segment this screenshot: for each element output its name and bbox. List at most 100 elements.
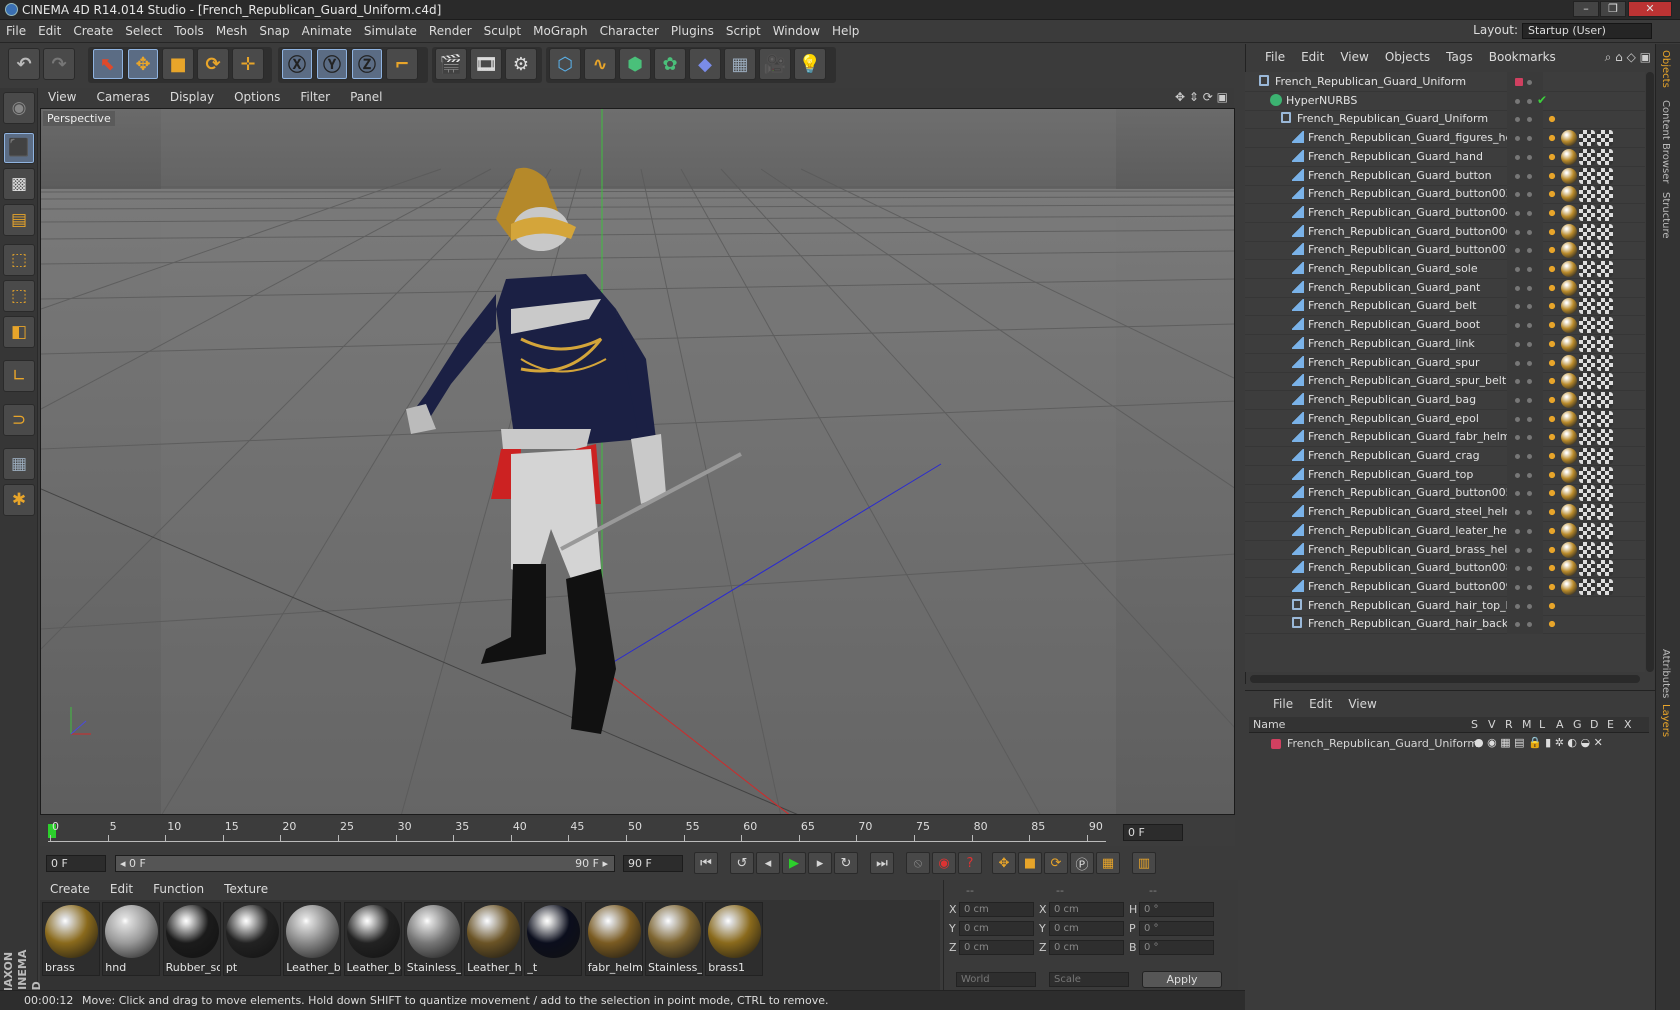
object-row[interactable]: French_Republican_Guard_bag	[1245, 389, 1645, 410]
material-menu-function[interactable]: Function	[143, 880, 214, 898]
viewport-menu-options[interactable]: Options	[224, 88, 290, 106]
magnet-icon[interactable]: ⊃	[3, 404, 35, 436]
points-mode-icon[interactable]: ⬚	[3, 244, 35, 276]
texture-checker-icon[interactable]	[1579, 186, 1595, 203]
material-menu-texture[interactable]: Texture	[214, 880, 278, 898]
texture-checker-icon[interactable]	[1597, 354, 1613, 371]
material-tag-icon[interactable]	[1561, 148, 1577, 165]
viewport-menu-panel[interactable]: Panel	[340, 88, 392, 106]
editor-visibility-dot[interactable]	[1515, 267, 1520, 272]
render-visibility-dot[interactable]	[1527, 154, 1532, 160]
phong-tag-icon[interactable]	[1547, 485, 1557, 502]
object-row[interactable]: French_Republican_Guard_button	[1245, 165, 1645, 186]
menu-plugins[interactable]: Plugins	[665, 21, 720, 41]
texture-checker-icon[interactable]	[1597, 410, 1613, 427]
material-tag-icon[interactable]	[1561, 261, 1577, 277]
material-slot[interactable]: Stainless_S	[403, 902, 462, 976]
key-scale-icon[interactable]: ■	[1018, 852, 1042, 874]
coord-value-field[interactable]: 0 °	[1139, 902, 1214, 917]
texture-checker-icon[interactable]	[1597, 391, 1613, 408]
texture-checker-icon[interactable]	[1597, 186, 1613, 203]
render-visibility-dot[interactable]	[1527, 210, 1532, 216]
phong-tag-icon[interactable]	[1547, 335, 1557, 352]
tab-objects[interactable]: Objects	[1660, 50, 1671, 88]
object-row[interactable]: French_Republican_Guard_pant	[1245, 277, 1645, 298]
render-view-icon[interactable]: 🎬	[435, 48, 467, 80]
texture-checker-icon[interactable]	[1579, 354, 1595, 371]
camera-icon[interactable]: 🎥	[759, 48, 791, 80]
material-tag-icon[interactable]	[1561, 335, 1577, 352]
texture-checker-icon[interactable]	[1597, 578, 1613, 595]
light-icon[interactable]: 💡	[794, 48, 826, 80]
phong-tag-icon[interactable]	[1547, 597, 1557, 614]
play-icon[interactable]: ▶	[782, 852, 806, 874]
texture-checker-icon[interactable]	[1579, 373, 1595, 390]
material-tag-icon[interactable]	[1561, 317, 1577, 334]
floor-icon[interactable]: ▦	[724, 48, 756, 80]
phong-tag-icon[interactable]	[1547, 261, 1557, 277]
coord-value-field[interactable]: 0 cm	[959, 940, 1034, 955]
texture-checker-icon[interactable]	[1579, 466, 1595, 483]
texture-checker-icon[interactable]	[1597, 261, 1613, 277]
menu-help[interactable]: Help	[826, 21, 865, 41]
material-slot[interactable]: brass1	[705, 902, 764, 976]
editor-visibility-dot[interactable]	[1515, 472, 1520, 478]
phong-tag-icon[interactable]	[1547, 242, 1557, 259]
material-tag-icon[interactable]	[1561, 391, 1577, 408]
material-tag-icon[interactable]	[1561, 167, 1577, 184]
object-row[interactable]: French_Republican_Guard_button007	[1245, 240, 1645, 261]
object-menu-bookmarks[interactable]: Bookmarks	[1481, 48, 1564, 66]
model-mode-icon[interactable]: ⬛	[3, 132, 35, 164]
phong-tag-icon[interactable]	[1547, 391, 1557, 408]
object-row[interactable]: French_Republican_Guard_sole	[1245, 259, 1645, 279]
texture-checker-icon[interactable]	[1579, 167, 1595, 184]
viewport-menu-cameras[interactable]: Cameras	[86, 88, 159, 106]
material-slot[interactable]: Leather_bo	[343, 902, 402, 976]
undo-icon[interactable]: ↶	[8, 48, 40, 80]
texture-checker-icon[interactable]	[1597, 335, 1613, 352]
texture-checker-icon[interactable]	[1597, 522, 1613, 539]
object-row[interactable]: French_Republican_Guard_crag	[1245, 446, 1645, 466]
render-visibility-dot[interactable]	[1527, 416, 1532, 422]
material-tag-icon[interactable]	[1561, 242, 1577, 259]
object-row[interactable]: French_Republican_Guard_hair_back	[1245, 614, 1645, 635]
editor-visibility-dot[interactable]	[1515, 547, 1520, 553]
texture-checker-icon[interactable]	[1579, 522, 1595, 539]
object-row[interactable]: French_Republican_Guard_brass_helm	[1245, 539, 1645, 560]
texture-checker-icon[interactable]	[1597, 466, 1613, 483]
texture-checker-icon[interactable]	[1579, 485, 1595, 502]
object-row[interactable]: French_Republican_Guard_fabr_helm	[1245, 427, 1645, 448]
texture-checker-icon[interactable]	[1579, 448, 1595, 464]
previous-key-icon[interactable]: ↺	[730, 852, 754, 874]
object-scrollbar[interactable]	[1646, 72, 1654, 672]
layer-menu-file[interactable]: File	[1245, 695, 1301, 713]
layer-row[interactable]: French_Republican_Guard_Uniform ● ◉ ▦ ▤ …	[1249, 735, 1649, 753]
render-settings-icon[interactable]: ⚙	[505, 48, 537, 80]
texture-checker-icon[interactable]	[1579, 317, 1595, 334]
start-frame-field[interactable]: 0 F	[46, 855, 106, 872]
redo-icon[interactable]: ↷	[43, 48, 75, 80]
menu-window[interactable]: Window	[767, 21, 826, 41]
object-row[interactable]: French_Republican_Guard_leater_helm	[1245, 520, 1645, 541]
texture-checker-icon[interactable]	[1579, 391, 1595, 408]
phong-tag-icon[interactable]	[1547, 204, 1557, 221]
coord-mode-dropdown[interactable]: Scale	[1049, 972, 1129, 987]
object-search-icon[interactable]: ⌕ ⌂ ◇ ▣	[1605, 50, 1651, 65]
material-tag-icon[interactable]	[1561, 373, 1577, 390]
phong-tag-icon[interactable]	[1547, 522, 1557, 539]
menu-mesh[interactable]: Mesh	[210, 21, 254, 41]
texture-checker-icon[interactable]	[1579, 429, 1595, 446]
phong-tag-icon[interactable]	[1547, 354, 1557, 371]
coord-value-field[interactable]: 0 cm	[1049, 902, 1124, 917]
render-visibility-dot[interactable]	[1527, 547, 1532, 553]
editor-visibility-dot[interactable]	[1515, 528, 1520, 534]
phong-tag-icon[interactable]	[1547, 578, 1557, 595]
editor-visibility-dot[interactable]	[1515, 285, 1520, 291]
editor-visibility-dot[interactable]	[1515, 341, 1520, 347]
phong-tag-icon[interactable]	[1547, 560, 1557, 577]
texture-checker-icon[interactable]	[1597, 485, 1613, 502]
array-icon[interactable]: ✿	[654, 48, 686, 80]
material-tag-icon[interactable]	[1561, 410, 1577, 427]
recent-tool-icon[interactable]: ✛	[232, 48, 264, 80]
move-icon[interactable]: ✥	[127, 48, 159, 80]
